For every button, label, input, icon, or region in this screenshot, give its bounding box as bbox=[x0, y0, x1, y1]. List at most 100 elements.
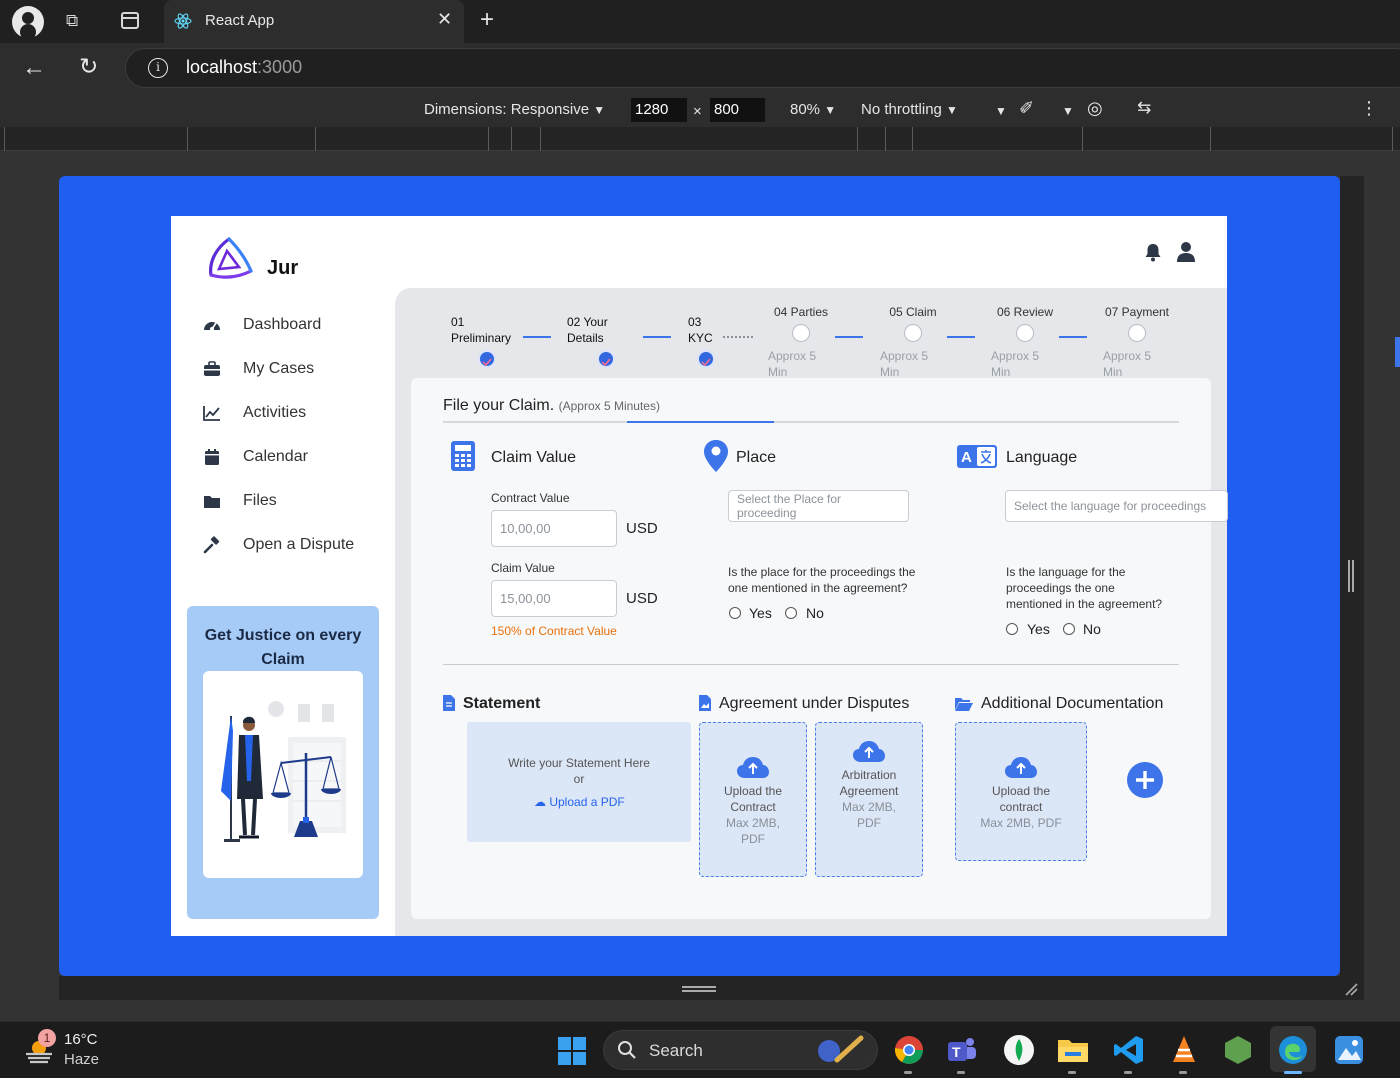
running-indicator bbox=[957, 1071, 965, 1074]
nodejs-icon[interactable] bbox=[1222, 1034, 1254, 1066]
nav-open-dispute[interactable]: Open a Dispute bbox=[243, 536, 354, 554]
form-title-underline bbox=[627, 421, 774, 423]
contract-value-label: Contract Value bbox=[491, 491, 570, 505]
vscode-icon[interactable] bbox=[1113, 1034, 1145, 1066]
vlc-icon[interactable] bbox=[1168, 1034, 1200, 1066]
language-heading: Language bbox=[1006, 449, 1078, 466]
step-5-dot bbox=[904, 324, 922, 342]
windows-start-icon[interactable] bbox=[557, 1036, 587, 1066]
back-arrow-icon[interactable]: ← bbox=[22, 54, 46, 82]
profile-icon[interactable] bbox=[12, 6, 44, 38]
nav-my-cases[interactable]: My Cases bbox=[243, 360, 314, 378]
language-select[interactable]: Select the language for proceedings bbox=[1005, 490, 1228, 522]
contract-value-input[interactable]: 10,00,00 bbox=[491, 510, 617, 547]
upload-pdf-link[interactable]: ☁ Upload a PDF bbox=[534, 795, 625, 809]
step-6[interactable]: 06 Review bbox=[990, 304, 1060, 320]
add-document-button[interactable] bbox=[1127, 762, 1163, 798]
cloud-upload-icon: ☁ bbox=[534, 795, 546, 809]
upload-contract-dropzone[interactable]: Upload the Contract Max 2MB, PDF bbox=[699, 722, 807, 877]
vision-deficiency-icon[interactable]: ◎ bbox=[1087, 98, 1103, 119]
photos-icon[interactable] bbox=[1333, 1034, 1365, 1066]
cloud-upload-icon bbox=[700, 757, 806, 783]
width-input[interactable]: 1280 bbox=[631, 98, 687, 122]
step-4-approx: Approx 5 Min bbox=[768, 349, 817, 379]
reload-icon[interactable]: ↻ bbox=[79, 53, 98, 80]
claim-value-input[interactable]: 15,00,00 bbox=[491, 580, 617, 617]
agreement-heading: Agreement under Disputes bbox=[719, 695, 910, 712]
nav-files[interactable]: Files bbox=[243, 492, 277, 510]
map-pin-icon bbox=[704, 440, 728, 472]
place-no-radio[interactable] bbox=[785, 607, 797, 619]
teams-icon[interactable]: T bbox=[946, 1034, 978, 1066]
more-options-chevron-icon[interactable]: ▼ bbox=[995, 104, 1007, 118]
step-5[interactable]: 05 Claim bbox=[878, 304, 948, 320]
nav-calendar[interactable]: Calendar bbox=[243, 448, 308, 466]
address-bar[interactable] bbox=[125, 48, 1400, 88]
chrome-icon[interactable] bbox=[893, 1034, 925, 1066]
step-7-dot bbox=[1128, 324, 1146, 342]
kebab-menu-icon[interactable]: ⋮ bbox=[1360, 98, 1378, 119]
line-chart-icon bbox=[203, 404, 221, 422]
ruler-tick bbox=[488, 127, 489, 151]
vision-chevron-icon[interactable]: ▼ bbox=[1062, 104, 1074, 118]
place-yes-label: Yes bbox=[749, 605, 772, 621]
file-explorer-icon[interactable] bbox=[1057, 1034, 1089, 1066]
step-3[interactable]: 03 KYC bbox=[688, 314, 713, 346]
bell-icon[interactable] bbox=[1143, 242, 1163, 262]
nav-activities[interactable]: Activities bbox=[243, 404, 306, 422]
step-1[interactable]: 01 Preliminary bbox=[451, 314, 511, 346]
throttling-dropdown[interactable]: No throttling ▼ bbox=[861, 101, 958, 118]
folder-open-icon bbox=[955, 697, 973, 711]
language-no-radio[interactable] bbox=[1063, 623, 1075, 635]
check-icon bbox=[601, 354, 611, 367]
place-select[interactable]: Select the Place for proceeding bbox=[728, 490, 909, 522]
tab-close-icon[interactable]: ✕ bbox=[437, 9, 452, 30]
weather-temp[interactable]: 16°C bbox=[64, 1031, 98, 1048]
step-2[interactable]: 02 Your Details bbox=[567, 314, 608, 346]
step-7[interactable]: 07 Payment bbox=[1100, 304, 1174, 320]
rotate-icon[interactable]: ⇆ bbox=[1137, 98, 1151, 118]
eyedropper-icon[interactable]: ✐ bbox=[1019, 98, 1034, 119]
search-highlight-icon bbox=[815, 1034, 865, 1066]
step-connector bbox=[947, 336, 975, 338]
calendar-icon bbox=[203, 448, 221, 466]
place-yes-radio[interactable] bbox=[729, 607, 741, 619]
language-yes-radio[interactable] bbox=[1006, 623, 1018, 635]
react-logo-icon bbox=[174, 12, 192, 30]
search-icon bbox=[617, 1040, 637, 1060]
svg-text:A: A bbox=[961, 449, 972, 466]
new-tab-icon[interactable]: + bbox=[480, 6, 494, 34]
height-input[interactable]: 800 bbox=[710, 98, 765, 122]
nav-dashboard[interactable]: Dashboard bbox=[243, 316, 321, 334]
claim-currency: USD bbox=[626, 590, 658, 607]
resize-grip-bottom-icon[interactable] bbox=[682, 986, 716, 992]
user-icon[interactable] bbox=[1176, 241, 1196, 263]
mongodb-compass-icon[interactable] bbox=[1003, 1034, 1035, 1066]
contract-currency: USD bbox=[626, 520, 658, 537]
jur-logo-icon bbox=[205, 235, 255, 283]
gauge-icon bbox=[203, 316, 221, 334]
edge-icon[interactable] bbox=[1277, 1034, 1309, 1066]
url-text[interactable]: localhost:3000 bbox=[186, 57, 302, 78]
upload-arbitration-dropzone[interactable]: Arbitration Agreement Max 2MB, PDF bbox=[815, 722, 923, 877]
cloud-upload-icon bbox=[816, 741, 922, 767]
media-query-ruler bbox=[0, 127, 1400, 151]
notification-badge: 1 bbox=[38, 1029, 56, 1047]
resize-grip-icon[interactable] bbox=[1348, 560, 1354, 592]
tab-actions-icon[interactable] bbox=[121, 12, 139, 29]
workspaces-icon[interactable]: ⧉ bbox=[66, 11, 78, 31]
site-info-icon[interactable]: i bbox=[148, 58, 168, 78]
dimensions-dropdown[interactable]: Dimensions: Responsive ▼ bbox=[424, 101, 605, 118]
zoom-dropdown[interactable]: 80% ▼ bbox=[790, 101, 836, 118]
promo-text: Get Justice on every Claim bbox=[204, 627, 362, 668]
step-4[interactable]: 04 Parties bbox=[766, 304, 836, 320]
claim-value-label: Claim Value bbox=[491, 561, 555, 575]
form-title: File your Claim. (Approx 5 Minutes) bbox=[443, 397, 660, 414]
search-label: Search bbox=[649, 1041, 703, 1060]
upload-additional-dropzone[interactable]: Upload the contract Max 2MB, PDF bbox=[955, 722, 1087, 861]
resize-corner-icon[interactable] bbox=[1344, 982, 1358, 996]
place-heading: Place bbox=[736, 449, 777, 466]
cloud-upload-icon bbox=[956, 757, 1086, 783]
form-title-divider bbox=[443, 421, 1179, 423]
folder-icon bbox=[203, 492, 221, 510]
